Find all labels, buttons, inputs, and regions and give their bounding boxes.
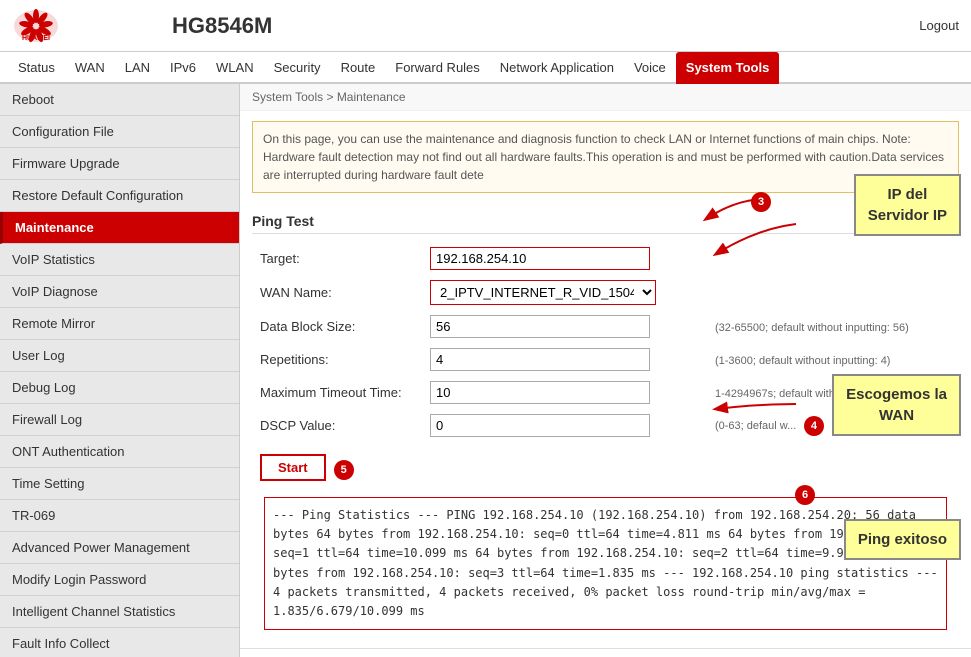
repetitions-label: Repetitions: xyxy=(252,343,422,376)
header: HUAWEI HG8546M Logout xyxy=(0,0,971,52)
breadcrumb: System Tools > Maintenance xyxy=(240,84,971,111)
sidebar-item-voip-stats[interactable]: VoIP Statistics xyxy=(0,244,239,276)
page-wrapper: HUAWEI HG8546M Logout Status WAN LAN IPv… xyxy=(0,0,971,657)
table-row: Data Block Size: (32-65500; default with… xyxy=(252,310,959,343)
sidebar-item-power-mgmt[interactable]: Advanced Power Management xyxy=(0,532,239,564)
table-row: Target: xyxy=(252,242,959,275)
nav-wan[interactable]: WAN xyxy=(65,52,115,84)
repetitions-input[interactable] xyxy=(430,348,650,371)
nav-ipv6[interactable]: IPv6 xyxy=(160,52,206,84)
info-text: On this page, you can use the maintenanc… xyxy=(263,132,944,182)
huawei-logo: HUAWEI xyxy=(12,8,60,44)
target-input[interactable] xyxy=(430,247,650,270)
data-block-label: Data Block Size: xyxy=(252,310,422,343)
sidebar-item-user-log[interactable]: User Log xyxy=(0,340,239,372)
sidebar-item-channel-stats[interactable]: Intelligent Channel Statistics xyxy=(0,596,239,628)
nav-system-tools[interactable]: System Tools xyxy=(676,52,780,84)
target-label: Target: xyxy=(252,242,422,275)
annotation-circle-4: 4 xyxy=(804,416,824,436)
annotation-circle-5: 5 xyxy=(334,460,354,480)
dscp-input[interactable] xyxy=(430,414,650,437)
wan-name-select[interactable]: 2_IPTV_INTERNET_R_VID_1504 xyxy=(430,280,656,305)
sidebar-item-maintenance[interactable]: Maintenance xyxy=(0,212,239,244)
nav-wlan[interactable]: WLAN xyxy=(206,52,264,84)
data-block-input[interactable] xyxy=(430,315,650,338)
nav-network-app[interactable]: Network Application xyxy=(490,52,624,84)
sidebar-item-fault-info[interactable]: Fault Info Collect xyxy=(0,628,239,657)
annotation-circle-6: 6 xyxy=(795,485,815,505)
content-area: System Tools > Maintenance On this page,… xyxy=(240,84,971,657)
nav-lan[interactable]: LAN xyxy=(115,52,160,84)
callout-wan: Escogemos laWAN xyxy=(832,374,961,436)
sidebar-item-firewall-log[interactable]: Firewall Log xyxy=(0,404,239,436)
ping-output-box: --- Ping Statistics --- PING 192.168.254… xyxy=(264,497,947,630)
table-row: Repetitions: (1-3600; default without in… xyxy=(252,343,959,376)
dscp-hint: (0-63; defaul w... xyxy=(715,420,796,432)
sidebar-item-reboot[interactable]: Reboot xyxy=(0,84,239,116)
timeout-label: Maximum Timeout Time: xyxy=(252,376,422,409)
table-row: WAN Name: 2_IPTV_INTERNET_R_VID_1504 xyxy=(252,275,959,310)
logo-area: HUAWEI xyxy=(12,8,172,44)
sidebar-item-firmware[interactable]: Firmware Upgrade xyxy=(0,148,239,180)
sidebar-item-time-setting[interactable]: Time Setting xyxy=(0,468,239,500)
nav-bar: Status WAN LAN IPv6 WLAN Security Route … xyxy=(0,52,971,84)
nav-status[interactable]: Status xyxy=(8,52,65,84)
dscp-label: DSCP Value: xyxy=(252,409,422,442)
logout-button[interactable]: Logout xyxy=(919,18,959,33)
wan-name-label: WAN Name: xyxy=(252,275,422,310)
timeout-input[interactable] xyxy=(430,381,650,404)
sidebar: Reboot Configuration File Firmware Upgra… xyxy=(0,84,240,657)
nav-forward-rules[interactable]: Forward Rules xyxy=(385,52,490,84)
sidebar-item-voip-diagnose[interactable]: VoIP Diagnose xyxy=(0,276,239,308)
sidebar-item-tr069[interactable]: TR-069 xyxy=(0,500,239,532)
callout-ping-exitoso: Ping exitoso xyxy=(844,519,961,560)
nav-voice[interactable]: Voice xyxy=(624,52,676,84)
nav-security[interactable]: Security xyxy=(264,52,331,84)
data-block-hint: (32-65500; default without inputting: 56… xyxy=(715,322,909,334)
start-button[interactable]: Start xyxy=(260,454,326,481)
annotation-circle-3: 3 xyxy=(751,192,771,212)
main-layout: Reboot Configuration File Firmware Upgra… xyxy=(0,84,971,657)
sidebar-item-config-file[interactable]: Configuration File xyxy=(0,116,239,148)
sidebar-item-restore[interactable]: Restore Default Configuration xyxy=(0,180,239,212)
svg-text:HUAWEI: HUAWEI xyxy=(22,35,50,42)
sidebar-item-remote-mirror[interactable]: Remote Mirror xyxy=(0,308,239,340)
nav-route[interactable]: Route xyxy=(331,52,386,84)
device-title: HG8546M xyxy=(172,13,272,39)
start-row: Start 5 xyxy=(252,450,959,489)
traceroute-section: Traceroute Test Target: xyxy=(240,648,971,657)
sidebar-item-ont-auth[interactable]: ONT Authentication xyxy=(0,436,239,468)
repetitions-hint: (1-3600; default without inputting: 4) xyxy=(715,355,891,367)
sidebar-item-login-pwd[interactable]: Modify Login Password xyxy=(0,564,239,596)
callout-ip-server: IP delServidor IP xyxy=(854,174,961,236)
sidebar-item-debug-log[interactable]: Debug Log xyxy=(0,372,239,404)
